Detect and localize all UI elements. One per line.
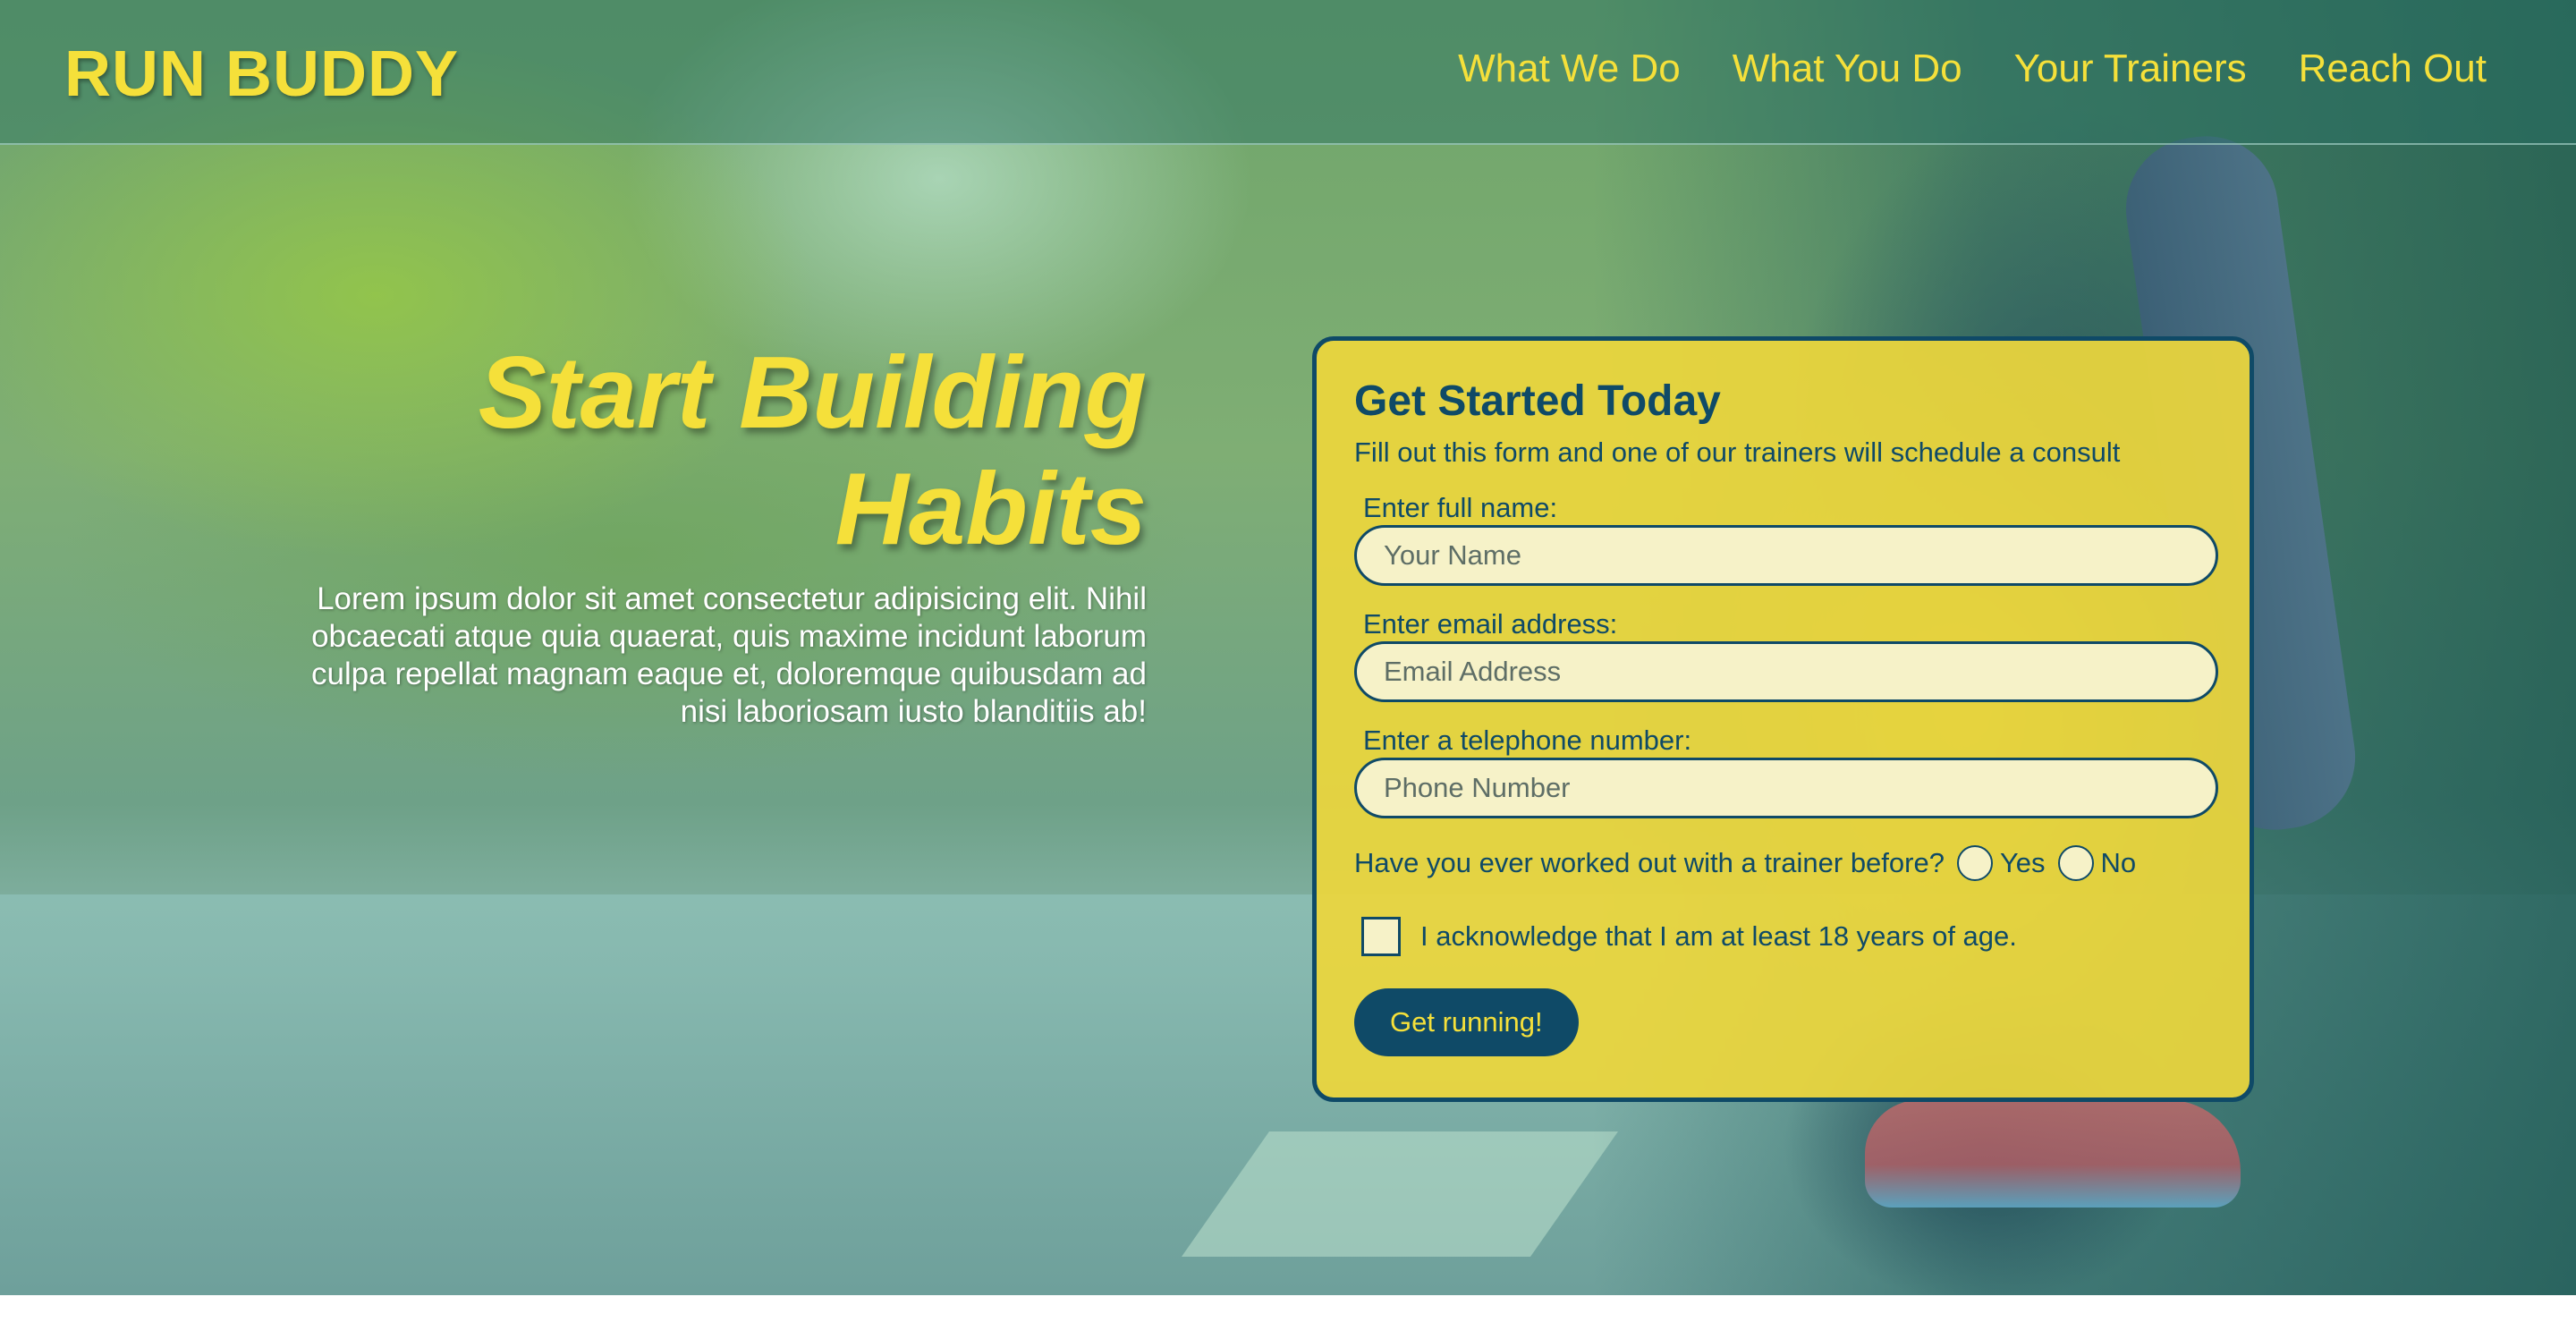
hero-body-text: Lorem ipsum dolor sit amet consectetur a… [311, 581, 1147, 729]
form-subtitle: Fill out this form and one of our traine… [1354, 436, 2121, 468]
radio-yes[interactable] [1956, 845, 1993, 881]
radio-no[interactable] [2057, 845, 2094, 881]
runner-shoe-image [1865, 1100, 2241, 1208]
nav-link-your-trainers[interactable]: Your Trainers [2014, 47, 2247, 91]
name-label: Enter full name: [1363, 492, 1558, 523]
name-input[interactable] [1354, 525, 2218, 586]
trainer-question-row: Have you ever worked out with a trainer … [1354, 845, 2212, 881]
site-header: RUN BUDDY What We Do What You Do Your Tr… [0, 0, 2576, 145]
name-field-group: Enter full name: [1354, 492, 2218, 586]
brand-logo[interactable]: RUN BUDDY [64, 38, 459, 111]
hero-intro: Start Building Habits Lorem ipsum dolor … [304, 335, 1147, 731]
nav-link-what-we-do[interactable]: What We Do [1458, 47, 1681, 91]
phone-input[interactable] [1354, 758, 2218, 818]
hero-title: Start Building Habits [478, 336, 1147, 566]
form-title: Get Started Today [1354, 377, 1721, 425]
signup-form: Get Started Today Fill out this form and… [1312, 336, 2254, 1102]
age-checkbox-row: I acknowledge that I am at least 18 year… [1354, 917, 2212, 956]
trainer-question-label: Have you ever worked out with a trainer … [1354, 847, 1945, 878]
nav-link-reach-out[interactable]: Reach Out [2299, 47, 2487, 91]
main-nav: What We Do What You Do Your Trainers Rea… [1458, 47, 2487, 91]
email-field-group: Enter email address: [1354, 608, 2218, 702]
get-running-button[interactable]: Get running! [1354, 988, 1579, 1056]
email-input[interactable] [1354, 641, 2218, 702]
age-checkbox[interactable] [1361, 917, 1401, 956]
age-checkbox-label[interactable]: I acknowledge that I am at least 18 year… [1420, 920, 2017, 953]
phone-label: Enter a telephone number: [1363, 725, 1692, 756]
phone-field-group: Enter a telephone number: [1354, 725, 2218, 818]
email-label: Enter email address: [1363, 608, 1618, 640]
nav-link-what-you-do[interactable]: What You Do [1733, 47, 1962, 91]
radio-no-label[interactable]: No [2101, 845, 2137, 881]
radio-yes-label[interactable]: Yes [2000, 845, 2046, 881]
